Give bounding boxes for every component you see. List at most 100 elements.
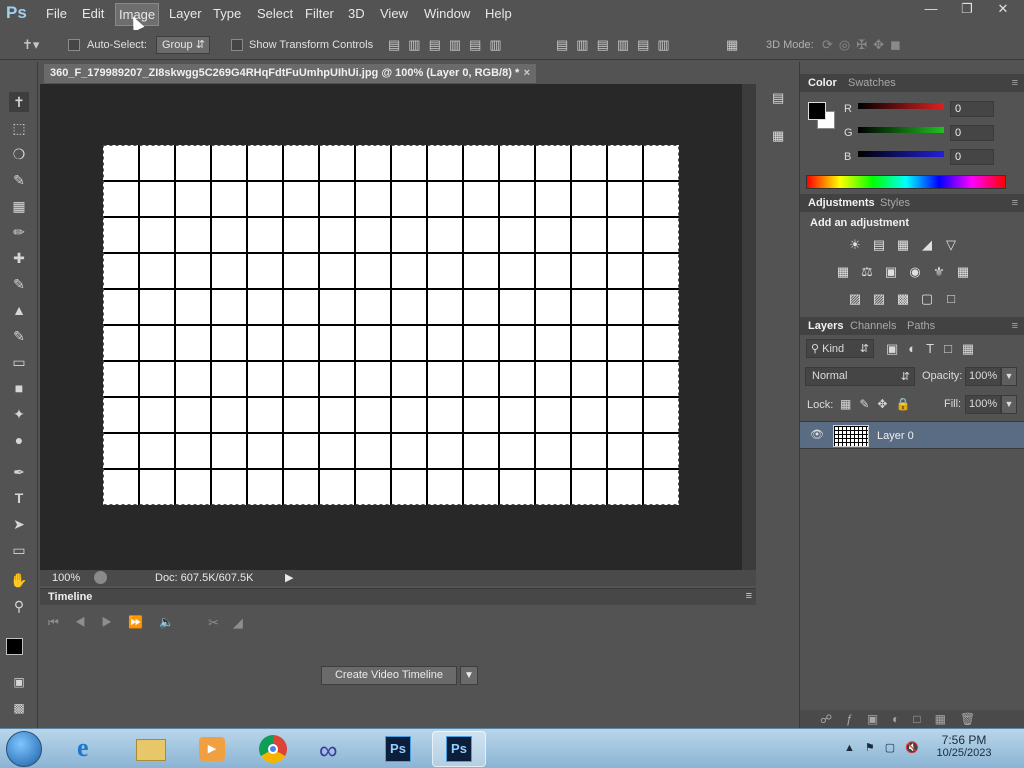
create-timeline-dropdown-icon[interactable]: ▼ — [460, 666, 478, 685]
photoshop-active-taskbar-icon[interactable]: Ps — [432, 731, 486, 767]
layer-filter-icons[interactable]: ▣◐T□▦ — [886, 341, 984, 357]
curves-icon[interactable]: ▦ — [894, 236, 912, 254]
color-balance-icon[interactable]: ⚖ — [858, 263, 876, 281]
group-dropdown[interactable]: Group ⇵ — [156, 36, 210, 54]
black-white-icon[interactable]: ▣ — [882, 263, 900, 281]
levels-icon[interactable]: ▤ — [870, 236, 888, 254]
photo-filter-icon[interactable]: ◉ — [906, 263, 924, 281]
exposure-icon[interactable]: ◢ — [918, 236, 936, 254]
blur-tool-icon[interactable]: ✦ — [9, 404, 29, 424]
system-tray-icons[interactable]: ▲⚑▢🔇 — [844, 741, 929, 754]
invert-icon[interactable]: ▨ — [846, 290, 864, 308]
menu-filter[interactable]: Filter — [305, 6, 334, 21]
tab-layers[interactable]: Layers — [808, 320, 843, 332]
document-tab[interactable]: 360_F_179989207_ZI8skwgg5C269G4RHqFdtFuU… — [44, 64, 536, 83]
tab-swatches[interactable]: Swatches — [848, 77, 896, 89]
vibrance-icon[interactable]: ▽ — [942, 236, 960, 254]
auto-select-checkbox[interactable] — [68, 39, 80, 51]
hue-saturation-icon[interactable]: ▦ — [834, 263, 852, 281]
marquee-tool-icon[interactable]: ⬚ — [9, 118, 29, 138]
opacity-dropdown-icon[interactable]: ▼ — [1001, 367, 1017, 386]
vertical-scrollbar[interactable] — [742, 84, 756, 570]
brush-tool-icon[interactable]: ✎ — [9, 274, 29, 294]
tab-styles[interactable]: Styles — [880, 197, 910, 209]
menu-view[interactable]: View — [380, 6, 408, 21]
quick-mask-icon[interactable]: ▣ — [9, 672, 29, 692]
color-spectrum-ramp[interactable] — [806, 175, 1006, 189]
opacity-value[interactable]: 100% — [965, 367, 1001, 386]
create-video-timeline-button[interactable]: Create Video Timeline — [321, 666, 457, 685]
foreground-color-swatch[interactable] — [6, 638, 23, 655]
color-lookup-icon[interactable]: ▦ — [954, 263, 972, 281]
split-transition-icons[interactable]: ✂◢ — [208, 615, 257, 631]
menu-select[interactable]: Select — [257, 6, 293, 21]
taskbar-clock[interactable]: 7:56 PM 10/25/2023 — [924, 733, 1004, 759]
menu-file[interactable]: File — [46, 6, 67, 21]
layer-name[interactable]: Layer 0 — [877, 430, 914, 442]
status-info-icon[interactable] — [94, 571, 107, 584]
tab-color[interactable]: Color — [808, 77, 837, 89]
panel-menu-icon[interactable]: ≡ — [1012, 77, 1018, 89]
close-icon[interactable]: ✕ — [986, 0, 1020, 20]
timeline-title[interactable]: Timeline — [48, 591, 92, 603]
document-image-grid[interactable] — [103, 145, 679, 505]
layer-row[interactable]: 👁 Layer 0 — [800, 421, 1024, 449]
type-tool-icon[interactable]: T — [9, 488, 29, 508]
auto-align-icon[interactable]: ▦ — [726, 37, 738, 53]
panel-menu-icon[interactable]: ≡ — [746, 590, 752, 602]
menu-help[interactable]: Help — [485, 6, 512, 21]
dodge-tool-icon[interactable]: ● — [9, 430, 29, 450]
gradient-tool-icon[interactable]: ■ — [9, 378, 29, 398]
eye-visibility-icon[interactable]: 👁 — [810, 428, 824, 441]
zoom-tool-icon[interactable]: ⚲ — [9, 596, 29, 616]
hand-tool-icon[interactable]: ✋ — [9, 570, 29, 590]
tab-paths[interactable]: Paths — [907, 320, 935, 332]
properties-panel-icon[interactable]: ▦ — [772, 128, 790, 146]
selective-color-icon[interactable]: ▢ — [918, 290, 936, 308]
blend-mode-dropdown[interactable]: Normal ⇵ — [805, 367, 915, 386]
distribute-buttons-icon[interactable]: ▤▥▤▥▤▥ — [556, 37, 678, 53]
channel-b-slider[interactable] — [858, 151, 944, 157]
media-player-icon[interactable]: ▶ — [185, 731, 239, 767]
zoom-level[interactable]: 100% — [52, 572, 80, 584]
eyedropper-tool-icon[interactable]: ✏ — [9, 222, 29, 242]
path-selection-tool-icon[interactable]: ➤ — [9, 514, 29, 534]
menu-edit[interactable]: Edit — [82, 6, 104, 21]
lock-icons[interactable]: ▦✎✥🔒 — [840, 397, 918, 411]
menu-type[interactable]: Type — [213, 6, 241, 21]
channel-b-value[interactable]: 0 — [950, 149, 994, 165]
status-menu-arrow-icon[interactable]: ▶ — [285, 571, 293, 584]
align-buttons-icon[interactable]: ▤▥▤▥▤▥ — [388, 37, 510, 53]
healing-brush-tool-icon[interactable]: ✚ — [9, 248, 29, 268]
internet-explorer-icon[interactable]: e — [63, 731, 117, 767]
show-transform-checkbox[interactable] — [231, 39, 243, 51]
panel-menu-icon[interactable]: ≡ — [1012, 320, 1018, 332]
gradient-map-icon[interactable]: □ — [942, 290, 960, 308]
tab-adjustments[interactable]: Adjustments — [808, 197, 875, 209]
fill-dropdown-icon[interactable]: ▼ — [1001, 395, 1017, 414]
screen-mode-icon[interactable]: ▩ — [9, 698, 29, 718]
pen-tool-icon[interactable]: ✒ — [9, 462, 29, 482]
playback-controls[interactable]: ⏮◀▶⏩🔈 — [48, 615, 190, 630]
threshold-icon[interactable]: ▩ — [894, 290, 912, 308]
panel-menu-icon[interactable]: ≡ — [1012, 197, 1018, 209]
tab-channels[interactable]: Channels — [850, 320, 896, 332]
channel-g-slider[interactable] — [858, 127, 944, 133]
channel-r-value[interactable]: 0 — [950, 101, 994, 117]
infinity-app-icon[interactable]: ∞ — [307, 731, 361, 767]
clone-stamp-tool-icon[interactable]: ▲ — [9, 300, 29, 320]
close-document-icon[interactable]: × — [524, 67, 530, 79]
move-tool-preset-icon[interactable]: ✝▾ — [22, 37, 39, 53]
3d-mode-icons[interactable]: ⟳◎✠✥◼ — [822, 37, 907, 53]
move-tool-icon[interactable]: ✝ — [9, 92, 29, 112]
minimize-icon[interactable]: — — [914, 0, 948, 20]
history-panel-icon[interactable]: ▤ — [772, 90, 790, 108]
channel-r-slider[interactable] — [858, 103, 944, 109]
eraser-tool-icon[interactable]: ▭ — [9, 352, 29, 372]
photoshop-taskbar-icon[interactable]: Ps — [371, 731, 425, 767]
posterize-icon[interactable]: ▨ — [870, 290, 888, 308]
start-button-icon[interactable] — [6, 731, 42, 767]
layer-action-icons[interactable]: ☍ƒ▣◐□▦🗑 — [820, 712, 989, 726]
history-brush-tool-icon[interactable]: ✎ — [9, 326, 29, 346]
fill-value[interactable]: 100% — [965, 395, 1001, 414]
